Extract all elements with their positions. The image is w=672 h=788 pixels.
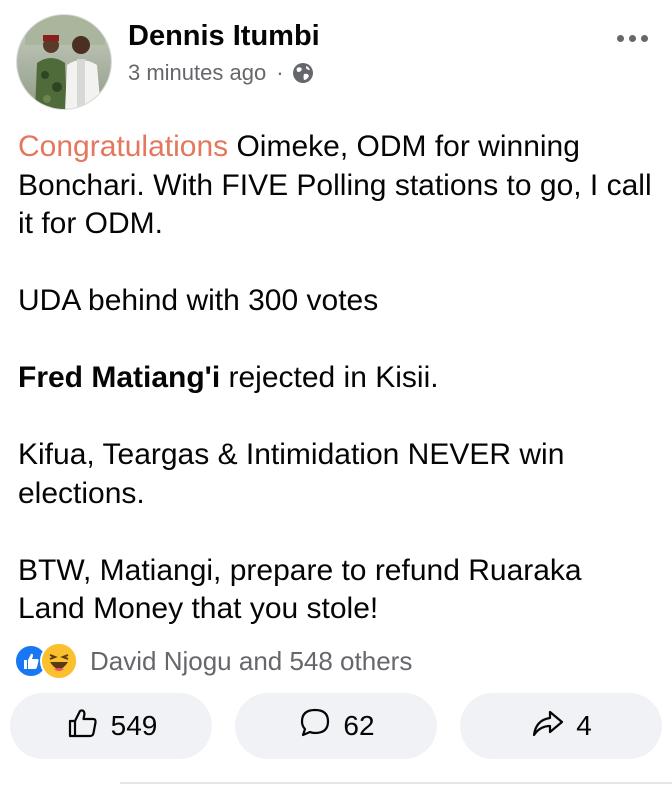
- share-button[interactable]: 4: [460, 693, 662, 759]
- share-arrow-icon: [530, 705, 566, 748]
- post-paragraph: Kifua, Teargas & Intimidation NEVER win …: [18, 438, 565, 510]
- post-paragraph: UDA behind with 300 votes: [18, 284, 379, 317]
- like-button[interactable]: 549: [10, 693, 212, 759]
- like-count: 549: [110, 710, 158, 741]
- thumbs-up-icon: [65, 705, 101, 748]
- post-meta: 3 minutes ago ·: [128, 60, 314, 86]
- post-body: Congratulations Oimeke, ODM for winning …: [18, 128, 654, 629]
- reaction-summary[interactable]: David Njogu and 548 others: [90, 646, 412, 677]
- avatar[interactable]: [16, 14, 112, 110]
- reactions-bar[interactable]: David Njogu and 548 others: [14, 641, 412, 681]
- post-header: Dennis Itumbi 3 minutes ago ·: [16, 14, 656, 114]
- meta-separator: ·: [276, 60, 284, 85]
- globe-icon: [292, 62, 314, 84]
- paragraph-text: rejected in Kisii.: [220, 361, 439, 394]
- author-name[interactable]: Dennis Itumbi: [128, 20, 320, 53]
- reaction-icons: [14, 642, 90, 680]
- action-bar: 549 62 4: [10, 693, 662, 759]
- divider: [120, 782, 672, 784]
- post-paragraph: Fred Matiang'i rejected in Kisii.: [18, 359, 654, 398]
- share-count: 4: [576, 710, 592, 741]
- bold-name: Fred Matiang'i: [18, 361, 221, 394]
- post-paragraph: Congratulations Oimeke, ODM for winning …: [18, 128, 654, 244]
- highlighted-word: Congratulations: [18, 130, 229, 163]
- comment-icon: [297, 705, 333, 748]
- comment-count: 62: [343, 710, 375, 741]
- haha-reaction-icon: [40, 642, 78, 680]
- timestamp[interactable]: 3 minutes ago: [128, 60, 266, 86]
- comment-button[interactable]: 62: [235, 693, 437, 759]
- post-paragraph: BTW, Matiangi, prepare to refund Ruaraka…: [18, 553, 582, 626]
- avatar-photo: [17, 15, 111, 109]
- more-horizontal-icon[interactable]: [612, 26, 652, 50]
